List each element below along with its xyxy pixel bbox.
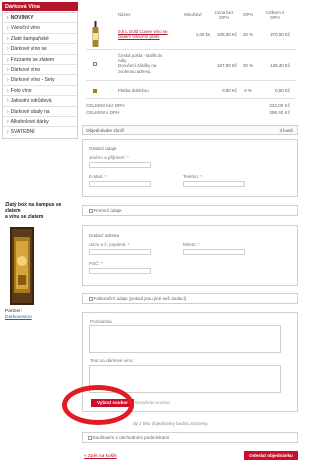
email-input[interactable] [89, 181, 151, 187]
row-divider [86, 98, 296, 99]
item1-name[interactable]: 0,5 L Gold Cuvee víno se zlatem Vánoční … [118, 29, 188, 39]
sidebar-header: Dárková Vína [2, 2, 78, 11]
chevron-right-icon: › [7, 66, 9, 73]
sidebar-category-list: › NOVINKY › Vánoční víno › Zlaté šampaňské … [2, 12, 78, 139]
zip-input[interactable] [89, 268, 151, 274]
chevron-right-icon: › [7, 129, 9, 136]
item1-price: 225,00 Kč [217, 32, 237, 37]
product-thumbnail[interactable] [91, 21, 100, 47]
contact-legend: Osobní údaje [89, 146, 117, 151]
item2-total: 128,40 Kč [270, 63, 290, 68]
item3-name: Platba dobírkou [118, 88, 149, 93]
total-excl-value: 332,00 Kč [269, 103, 290, 108]
annotation-circle [62, 385, 134, 425]
file-status: Nevybrán soubor [135, 400, 170, 405]
payment-icon [93, 89, 97, 93]
item2-description: Česká pošta - Balík do ruky Doručení zás… [118, 53, 163, 74]
sidebar-item-darkove-vino-sety[interactable]: › Dárkové víno - Sety [3, 75, 77, 86]
total-incl-value: 398,40 Kč [269, 110, 290, 115]
zip-label: PSČ: * [89, 261, 103, 266]
order-summary-bar: Objednáváte zboží 3 kusů [82, 125, 298, 135]
row-divider [86, 49, 296, 50]
chevron-right-icon: › [7, 98, 9, 105]
bottle-text-label: Text na dárkové víno: [90, 358, 134, 363]
sidebar-item-darkove-obaly[interactable]: › Dárkové obaly na [3, 107, 77, 117]
item2-price: 107,00 Kč [217, 63, 237, 68]
promo-title[interactable]: Zlatý box na šampus se zlatem a vínu se … [5, 202, 73, 220]
row-divider [86, 80, 296, 81]
sidebar-item-darkove-vino-se[interactable]: › Dárkové víno se [3, 44, 77, 55]
sidebar-item-foto-vino[interactable]: › Foto víno [3, 86, 77, 97]
chevron-right-icon: › [7, 15, 9, 21]
street-input[interactable] [89, 249, 151, 255]
note-label: Poznámka [90, 319, 112, 324]
terms-checkbox[interactable] [88, 436, 92, 440]
email-label: E-Mail: * [89, 174, 107, 179]
summary-value: 3 kusů [279, 128, 293, 133]
item3-total: 0,00 Kč [275, 88, 290, 93]
sidebar-item-vanocni-vino[interactable]: › Vánoční víno [3, 23, 77, 34]
chevron-right-icon: › [7, 77, 9, 84]
chevron-right-icon: › [7, 108, 9, 115]
city-input[interactable] [183, 249, 245, 255]
terms-row[interactable]: Souhlasím s obchodními podmínkami [88, 435, 169, 440]
item3-vat: 0 % [244, 88, 252, 93]
sidebar-item-darkove-vino[interactable]: › Dárkové víno [3, 65, 77, 76]
note-textarea[interactable] [89, 325, 281, 353]
col-header-vat: DPH [243, 12, 253, 17]
item1-qty: 1,00 ks [195, 32, 210, 37]
item3-price: 0,00 Kč [222, 88, 237, 93]
sidebar-item-novinky[interactable]: › NOVINKY [3, 13, 77, 24]
city-label: Město: * [183, 242, 200, 247]
sidebar-item-alkoholove-darky[interactable]: › Alkoholové dárky [3, 117, 77, 128]
chevron-right-icon: › [7, 35, 9, 42]
billing-legend[interactable]: Fakturační údaje (pokud jsou jiné než do… [89, 296, 186, 301]
name-input[interactable] [89, 162, 151, 168]
sidebar-item-jakostni[interactable]: › Jakostní odrůdová [3, 96, 77, 107]
company-checkbox[interactable] [89, 209, 93, 213]
col-header-price: Cena bez DPH [214, 10, 234, 20]
total-excl-label: CELKEM bez DPH [86, 103, 125, 108]
street-label: Ulice a č. popisné: * [89, 242, 130, 247]
company-legend[interactable]: Firemní údaje [89, 208, 122, 213]
item1-total: 270,00 Kč [270, 32, 290, 37]
sidebar-item-frizzante[interactable]: › Frizzante se zlatem [3, 55, 77, 65]
sidebar-item-zlate-sampanske[interactable]: › Zlaté šampaňské [3, 34, 77, 45]
col-header-qty: Množství [184, 12, 202, 17]
item1-vat: 20 % [242, 32, 253, 37]
gold-box-image[interactable] [8, 227, 38, 307]
phone-input[interactable] [183, 181, 245, 187]
back-to-cart-link[interactable]: « Zpět na košík [84, 454, 117, 459]
sidebar-item-svatebni[interactable]: › SVATEBNÍ [3, 127, 77, 137]
summary-label: Objednáváte zboží [86, 128, 125, 133]
col-header-total: Celkem s DPH [265, 10, 285, 20]
chevron-right-icon: › [7, 25, 9, 32]
chevron-right-icon: › [7, 118, 9, 125]
phone-label: Telefon: * [183, 174, 203, 179]
partner-link[interactable]: Darkovevino [5, 315, 32, 320]
total-incl-label: CELKEM s DPH [86, 110, 120, 115]
chevron-right-icon: › [7, 46, 9, 53]
delivery-legend: Dodací adresa [89, 233, 119, 238]
submit-order-button[interactable]: Odeslat objednávku [244, 451, 298, 460]
chevron-right-icon: › [7, 56, 9, 63]
partner-block: Partner: Darkovevino [5, 309, 32, 320]
file-warning: dy z této objednávky budou ztraceny. [133, 421, 209, 426]
billing-checkbox[interactable] [89, 297, 93, 301]
chevron-right-icon: › [7, 87, 9, 94]
name-label: Jméno a příjmení: * [89, 155, 129, 160]
shipping-icon [93, 62, 97, 66]
col-header-name: Název [118, 12, 131, 17]
item2-vat: 20 % [242, 63, 253, 68]
